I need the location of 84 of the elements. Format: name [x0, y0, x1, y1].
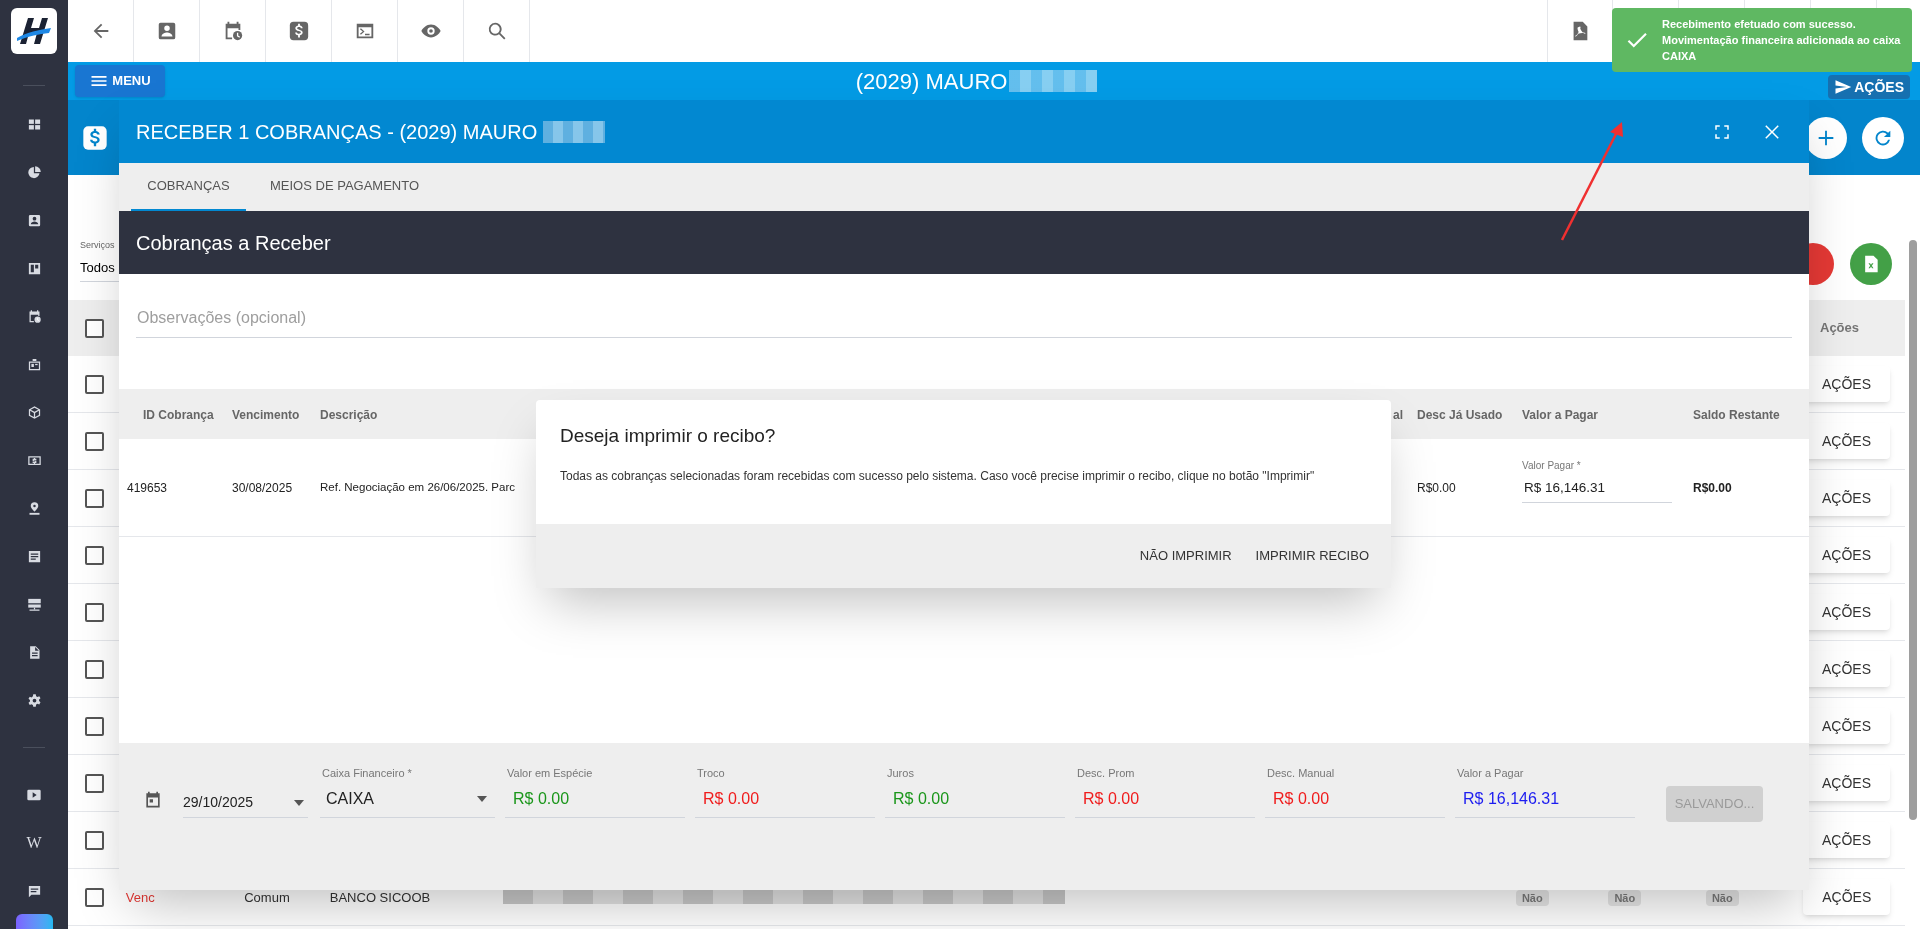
redaction-block [543, 120, 606, 143]
fullscreen-icon[interactable] [1713, 122, 1731, 141]
field-value: Todos [80, 258, 115, 277]
tab[interactable]: MEIOS DE PAGAMENTO [246, 163, 444, 211]
dollar-icon[interactable] [81, 123, 109, 152]
checkbox[interactable] [85, 773, 104, 793]
actions-button[interactable]: AÇÕES [1803, 879, 1890, 915]
column-header: Descrição [320, 408, 378, 422]
field-label: Valor em Espécie [507, 766, 593, 781]
notes-field[interactable]: Observações (opcional) [136, 298, 1792, 338]
table-cell: Venc [125, 890, 155, 905]
status-tag: Não [1515, 890, 1549, 906]
table-cell: BANCO SICOOB [329, 890, 431, 905]
settings-icon[interactable] [26, 692, 42, 708]
page-title: (2029) MAURO [855, 67, 1008, 96]
column-header: Saldo Restante [1693, 408, 1780, 422]
checkbox[interactable] [85, 318, 104, 338]
chat-icon[interactable] [26, 883, 42, 899]
dialog-button[interactable]: NÃO IMPRIMIR [1129, 538, 1242, 574]
app-icon[interactable] [16, 914, 53, 929]
dollar-icon[interactable] [287, 20, 310, 42]
checkbox[interactable] [85, 887, 104, 907]
scrollbar[interactable] [1909, 240, 1917, 820]
wiki-icon[interactable]: W [26, 835, 42, 851]
id-badge-icon[interactable] [26, 356, 42, 372]
table-cell: 30/08/2025 [232, 480, 293, 495]
column-header: Ações [1820, 319, 1861, 338]
field-label: Valor a Pagar [1457, 766, 1524, 781]
checkbox[interactable] [85, 716, 104, 736]
date-field[interactable]: 29/10/2025 [183, 765, 308, 818]
amount-field[interactable]: Valor Pagar * R$ 16,146.31 [1522, 457, 1672, 504]
close-icon[interactable] [1763, 122, 1781, 141]
excel-export-button[interactable] [1850, 243, 1892, 285]
table-cell: Comum [244, 890, 290, 905]
calendar-icon[interactable] [143, 790, 163, 810]
contact-card-icon[interactable] [26, 212, 42, 228]
menu-button[interactable]: MENU [75, 65, 165, 97]
field-label: Desc. Prom [1077, 766, 1135, 781]
send-icon[interactable] [1834, 78, 1853, 96]
status-tag: Não [1608, 890, 1642, 906]
amount-field[interactable]: R$ 0.00 [695, 781, 875, 818]
checkbox[interactable] [85, 431, 104, 451]
status-tag: Não [1705, 890, 1739, 906]
field-label: Troco [697, 766, 725, 781]
cube-icon[interactable] [26, 404, 42, 420]
dialog-title: Deseja imprimir o recibo? [560, 424, 776, 448]
dialog-button[interactable]: IMPRIMIR RECIBO [1245, 538, 1379, 574]
amount-field[interactable]: R$ 0.00 [1265, 781, 1445, 818]
table-cell: 419653 [127, 480, 168, 495]
field-label: Caixa Financeiro * [322, 766, 412, 781]
checkbox[interactable] [85, 545, 104, 565]
board-icon[interactable] [26, 260, 42, 276]
dialog-message: Todas as cobranças selecionadas foram recebidas com sucesso pelo sistema. Caso você precise imprimir o recibo, clique no botão "Imprimir" [560, 467, 1315, 485]
field-label: Juros [887, 766, 914, 781]
column-header: Valor a Pagar [1522, 408, 1599, 422]
section-title: Cobranças a Receber [136, 230, 331, 256]
server-icon[interactable] [26, 596, 42, 612]
caret-icon[interactable] [477, 796, 487, 802]
checkbox[interactable] [85, 374, 104, 394]
toast-message: Recebimento efetuado com sucesso. Movimentação financeira adicionada ao caixa CAIXA [1662, 17, 1902, 64]
list-icon[interactable] [26, 548, 42, 564]
checkbox[interactable] [85, 488, 104, 508]
cash-register-select[interactable]: CAIXA [320, 781, 495, 818]
caret-icon[interactable] [294, 800, 304, 806]
refresh-button[interactable] [1862, 116, 1904, 159]
table-cell: R$0.00 [1693, 480, 1732, 495]
field-label: Serviços [80, 239, 115, 252]
amount-field[interactable]: R$ 16,146.31 [1455, 781, 1635, 818]
video-icon[interactable] [26, 787, 42, 803]
pie-chart-icon[interactable] [26, 164, 42, 180]
checkbox[interactable] [85, 659, 104, 679]
column-header: Vencimento [232, 408, 300, 422]
column-header: al [1393, 408, 1403, 422]
modal-title: RECEBER 1 COBRANÇAS - (2029) MAURO [136, 119, 538, 145]
amount-field[interactable]: R$ 0.00 [1075, 781, 1255, 818]
actions-button[interactable]: AÇÕES [1828, 75, 1910, 99]
checkbox[interactable] [85, 602, 104, 622]
checkbox[interactable] [85, 830, 104, 850]
column-header: ID Cobrança [143, 408, 214, 422]
logo-icon[interactable] [11, 8, 57, 54]
table-cell: Ref. Negociação em 26/06/2025. Parc [320, 481, 515, 494]
table-cell: R$0.00 [1417, 480, 1456, 495]
field-label: Desc. Manual [1267, 766, 1335, 781]
column-header: Desc Já Usado [1417, 408, 1503, 422]
